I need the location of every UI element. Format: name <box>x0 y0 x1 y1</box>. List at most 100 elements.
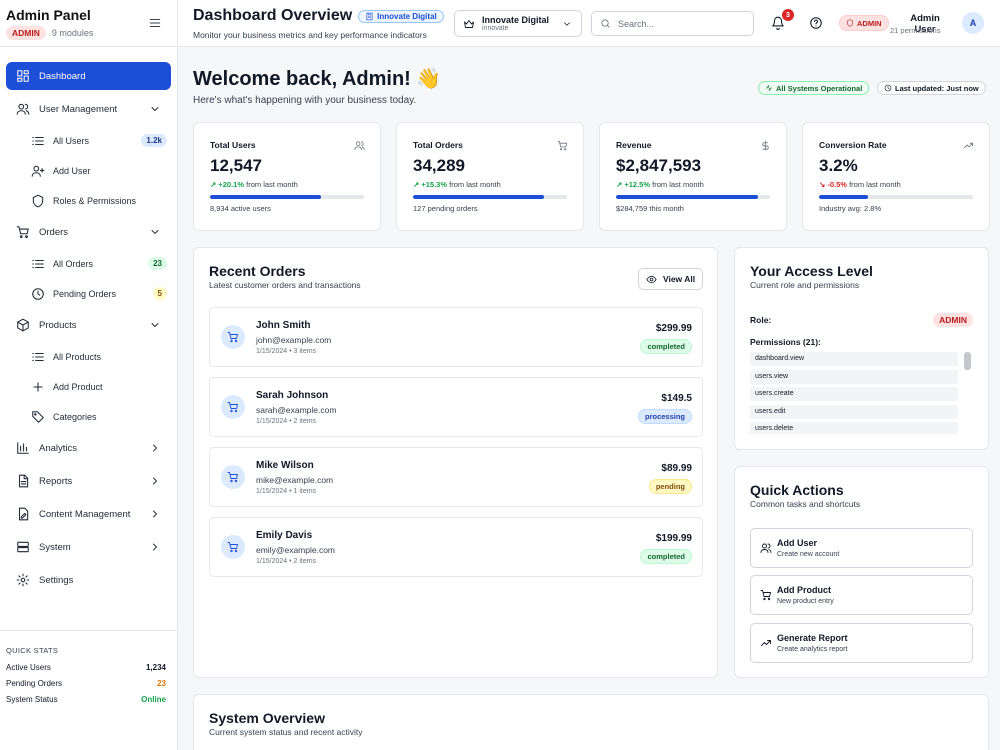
sidebar-item-label: Products <box>39 319 77 331</box>
customer-name: Mike Wilson <box>256 460 314 471</box>
package-icon <box>17 318 29 332</box>
view-all-button[interactable]: View All <box>638 268 703 290</box>
sidebar-item-label: Dashboard <box>39 70 86 82</box>
add-product-button[interactable]: Add Product New product entry <box>750 575 973 615</box>
access-level-card: Your Access Level Current role and permi… <box>734 247 989 450</box>
sidebar-item-all-users[interactable]: All Users 1.2k <box>6 128 171 153</box>
trending-up-icon <box>963 140 974 151</box>
sidebar-item-add-product[interactable]: Add Product <box>6 374 171 399</box>
sidebar-item-add-user[interactable]: Add User <box>6 158 171 183</box>
sidebar-item-user-management[interactable]: User Management <box>6 95 171 123</box>
sidebar-nav: Dashboard User Management All Users 1.2k… <box>0 47 177 594</box>
role-badge: ADMIN <box>6 26 46 40</box>
building-icon <box>366 12 373 20</box>
organization-select[interactable]: Innovate Digital innovate <box>454 10 582 37</box>
scrollbar[interactable] <box>964 352 971 370</box>
list-icon <box>32 259 44 268</box>
order-meta: 1/15/2024 • 3 items <box>256 348 317 355</box>
quick-actions-card: Quick Actions Common tasks and shortcuts… <box>734 466 989 678</box>
section-title: System Overview <box>209 710 325 726</box>
order-row[interactable]: Emily Davis emily@example.com 1/15/2024 … <box>209 517 703 577</box>
shield-icon <box>32 194 44 207</box>
cart-icon <box>16 226 29 239</box>
sidebar-item-pending-orders[interactable]: Pending Orders 5 <box>6 281 171 306</box>
sidebar-item-content-management[interactable]: Content Management <box>6 500 171 528</box>
order-meta: 1/15/2024 • 2 items <box>256 558 317 565</box>
generate-report-button[interactable]: Generate Report Create analytics report <box>750 623 973 663</box>
permission-item: dashboard.view <box>750 352 958 366</box>
order-row[interactable]: Sarah Johnson sarah@example.com 1/15/202… <box>209 377 703 437</box>
sidebar-item-system[interactable]: System <box>6 533 171 561</box>
sidebar-item-analytics[interactable]: Analytics <box>6 434 171 462</box>
permission-item: users.delete <box>750 422 958 434</box>
trending-up-icon <box>761 640 771 646</box>
users-icon <box>16 103 30 115</box>
plus-icon <box>33 381 43 392</box>
sidebar-item-products[interactable]: Products <box>6 311 171 339</box>
sidebar-item-settings[interactable]: Settings <box>6 566 171 594</box>
permission-item: users.edit <box>750 404 958 419</box>
sidebar-item-categories[interactable]: Categories <box>6 404 171 429</box>
cart-icon <box>221 395 245 419</box>
customer-email: sarah@example.com <box>256 405 337 415</box>
sidebar-item-orders[interactable]: Orders <box>6 218 171 246</box>
status-badge: pending <box>648 479 692 494</box>
cart-icon <box>760 590 771 601</box>
stat-card-total-orders: Total Orders 34,289 ↗ +15.3% from last m… <box>396 122 584 231</box>
top-header: Dashboard Overview Innovate Digital Moni… <box>178 0 1000 47</box>
sidebar-item-roles-permissions[interactable]: Roles & Permissions <box>6 188 171 213</box>
sidebar-item-all-products[interactable]: All Products <box>6 344 171 369</box>
sidebar-brand: Admin Panel ADMIN 9 modules <box>0 0 177 47</box>
quick-stats-title: QUICK STATS <box>6 646 59 655</box>
user-permissions: 21 permissions <box>890 26 941 35</box>
modules-count: 9 modules <box>51 28 94 38</box>
add-user-button[interactable]: Add User Create new account <box>750 528 973 568</box>
shield-icon <box>847 19 853 27</box>
help-icon[interactable] <box>809 16 823 30</box>
last-updated-badge: Last updated: Just now <box>877 81 986 95</box>
users-icon <box>760 543 772 553</box>
section-title: Your Access Level <box>750 263 873 279</box>
customer-name: Emily Davis <box>256 530 313 541</box>
stat-value: 3.2% <box>819 156 858 175</box>
sidebar-item-label: Categories <box>53 411 97 422</box>
status-badge: completed <box>640 339 692 354</box>
users-icon <box>354 140 365 151</box>
sidebar-item-label: All Products <box>53 351 102 362</box>
system-status-badge: All Systems Operational <box>758 81 870 95</box>
sidebar-item-label: Orders <box>39 226 69 238</box>
crown-icon <box>464 19 474 28</box>
file-text-icon <box>18 474 29 488</box>
count-badge: 23 <box>148 257 167 270</box>
order-row[interactable]: John Smith john@example.com 1/15/2024 • … <box>209 307 703 367</box>
permissions-list[interactable]: dashboard.view users.view users.create u… <box>750 352 973 434</box>
stat-card-conversion-rate: Conversion Rate 3.2% ↘ -0.5% from last m… <box>802 122 990 231</box>
server-icon <box>17 541 29 553</box>
order-row[interactable]: Mike Wilson mike@example.com 1/15/2024 •… <box>209 447 703 507</box>
sidebar-item-reports[interactable]: Reports <box>6 467 171 495</box>
cart-icon <box>221 325 245 349</box>
clock-icon <box>884 84 892 92</box>
sidebar-item-label: User Management <box>39 103 118 115</box>
order-amount: $149.5 <box>661 393 692 404</box>
stat-card-revenue: Revenue $2,847,593 ↗ +12.5% from last mo… <box>599 122 787 231</box>
chevron-down-icon <box>564 22 570 26</box>
activity-icon <box>765 85 773 91</box>
menu-icon[interactable] <box>148 16 162 30</box>
role-badge: ADMIN <box>933 313 973 327</box>
order-amount: $89.99 <box>661 463 692 474</box>
status-badge: processing <box>637 409 692 424</box>
count-badge: 1.2k <box>141 134 167 147</box>
sidebar-item-dashboard[interactable]: Dashboard <box>6 62 171 90</box>
dollar-icon <box>760 140 771 151</box>
order-amount: $199.99 <box>655 533 692 544</box>
stat-card-total-users: Total Users 12,547 ↗ +20.1% from last mo… <box>193 122 381 231</box>
sidebar-item-all-orders[interactable]: All Orders 23 <box>6 251 171 276</box>
search-icon <box>601 19 610 28</box>
avatar[interactable]: A <box>962 12 984 34</box>
org-badge: Innovate Digital <box>358 9 444 23</box>
dashboard-icon <box>17 70 29 82</box>
stat-value: 34,289 <box>413 156 465 175</box>
search-input[interactable]: Search... <box>591 11 754 36</box>
chevron-down-icon <box>151 323 159 327</box>
